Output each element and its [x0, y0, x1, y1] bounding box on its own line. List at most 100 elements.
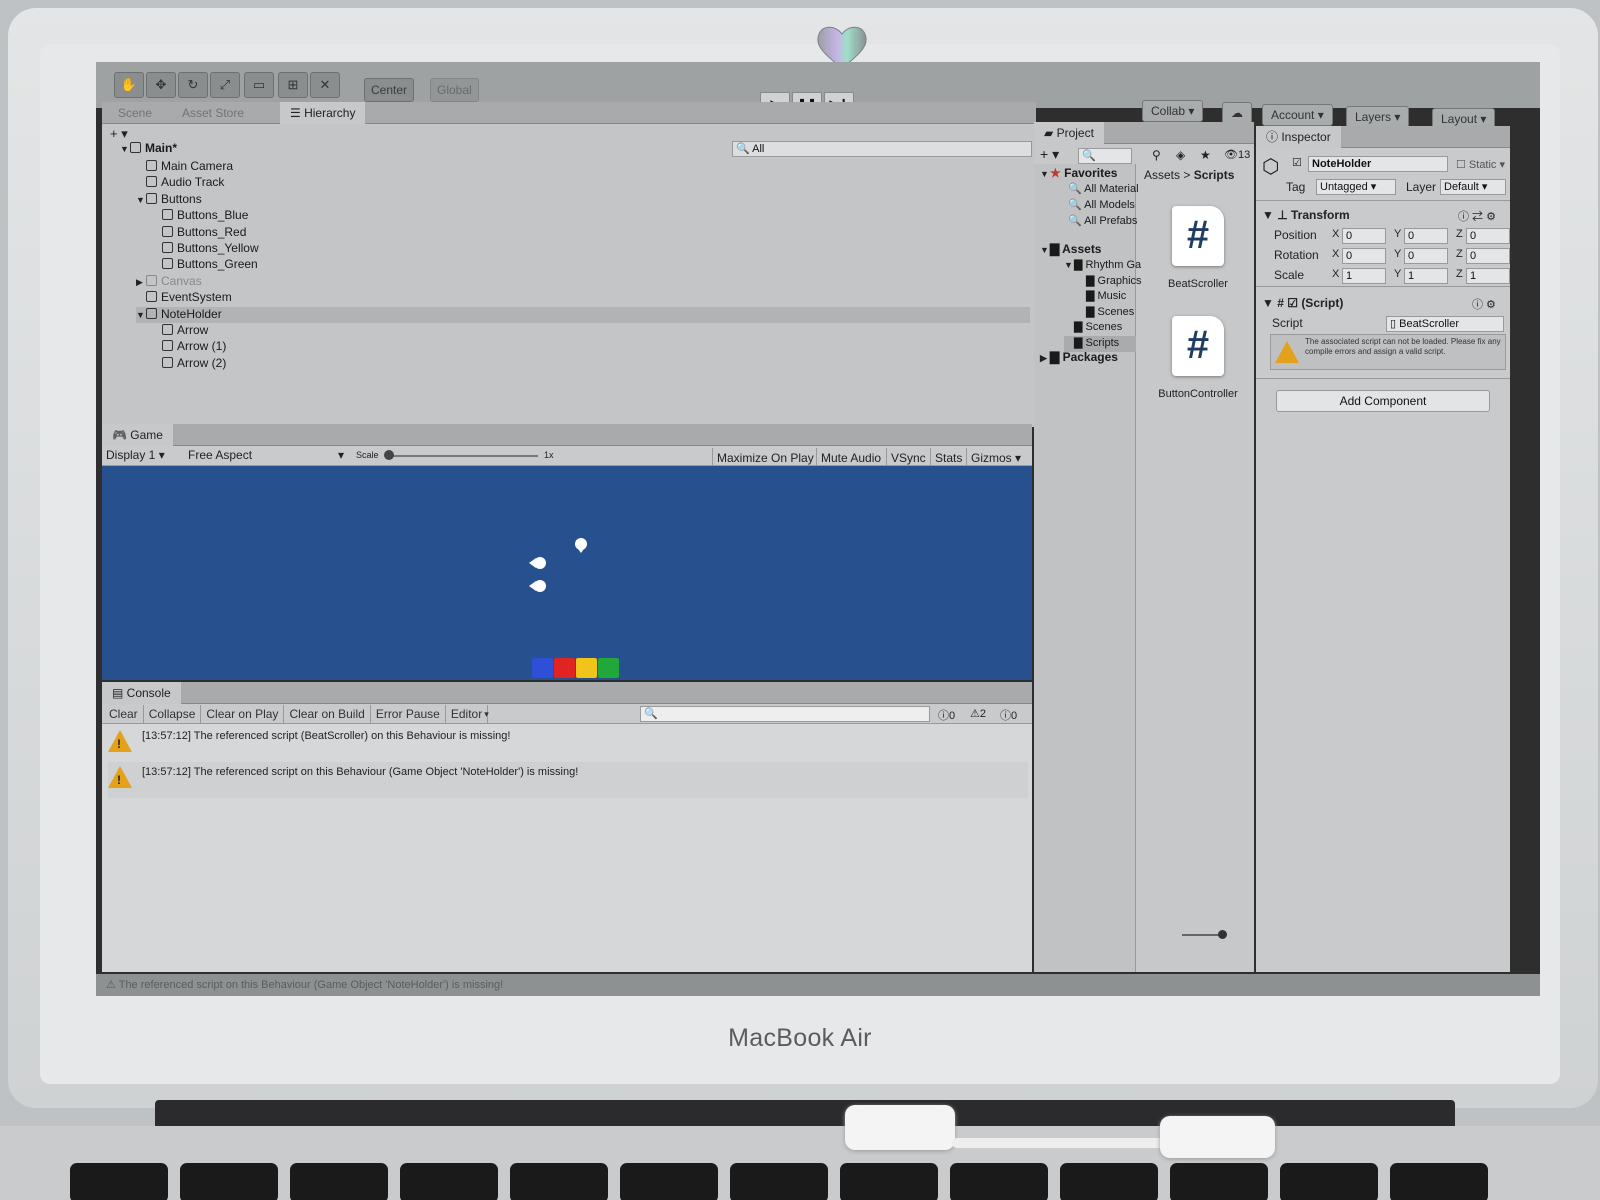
chevron-down-icon[interactable]: ▾	[484, 705, 489, 723]
tab-hierarchy[interactable]: ☰ Hierarchy	[280, 102, 366, 124]
stats-toggle[interactable]: Stats	[930, 448, 966, 468]
asset-file-name[interactable]: ButtonController	[1148, 388, 1248, 400]
hierarchy-item[interactable]: Arrow (2)	[152, 356, 226, 372]
component-menu-icons[interactable]: ⓘ ⇄ ⚙	[1458, 208, 1496, 224]
hierarchy-item[interactable]: Buttons_Green	[152, 257, 258, 273]
icon-size-slider[interactable]	[1182, 934, 1222, 936]
console-toolbar-button[interactable]: Clear on Build	[284, 705, 371, 723]
hierarchy-item[interactable]: Buttons_Yellow	[152, 241, 259, 257]
csharp-script-icon[interactable]: #	[1172, 316, 1224, 376]
tab-inspector[interactable]: ⓘ Inspector	[1256, 126, 1341, 148]
pivot-center-button[interactable]: Center	[364, 78, 415, 102]
csharp-script-icon[interactable]: #	[1172, 206, 1224, 266]
rotate-tool-icon[interactable]: ↻	[178, 72, 208, 98]
layer-dropdown[interactable]: Default ▾	[1440, 179, 1506, 195]
console-toolbar-button[interactable]: Error Pause	[371, 705, 446, 723]
scale-slider-handle[interactable]	[384, 450, 394, 460]
expand-arrow-icon[interactable]: ▼	[136, 310, 146, 320]
console-message[interactable]: ! [13:57:12] The referenced script (Beat…	[108, 726, 1028, 762]
transform-x-field[interactable]: 0	[1342, 228, 1386, 244]
expand-arrow-icon[interactable]: ▼	[1064, 260, 1074, 270]
transform-y-field[interactable]: 0	[1404, 228, 1448, 244]
asset-file-name[interactable]: BeatScroller	[1148, 278, 1248, 290]
add-component-button[interactable]: Add Component	[1276, 390, 1490, 412]
layers-dropdown[interactable]: Layers ▾	[1346, 106, 1410, 128]
error-count-toggle[interactable]: ⓘ0	[1000, 707, 1017, 723]
project-folder[interactable]: ▼▇ Rhythm Ga	[1064, 258, 1141, 274]
object-name-input[interactable]: NoteHolder	[1308, 156, 1448, 172]
script-object-field[interactable]: ▯ BeatScroller	[1386, 316, 1504, 332]
cloud-icon[interactable]: ☁	[1222, 102, 1252, 124]
transform-x-field[interactable]: 0	[1342, 248, 1386, 264]
assets-folder[interactable]: ▼▇ Assets	[1040, 242, 1101, 258]
display-dropdown[interactable]: Display 1 ▾	[106, 448, 165, 462]
transform-z-field[interactable]: 0	[1466, 228, 1510, 244]
transform-z-field[interactable]: 0	[1466, 248, 1510, 264]
project-folder[interactable]: ▇ Scenes	[1076, 305, 1134, 321]
vsync-toggle[interactable]: VSync	[886, 448, 930, 468]
filter-label-icon[interactable]: ◈	[1176, 148, 1185, 162]
favorite-search-item[interactable]: 🔍 All Prefabs	[1068, 214, 1137, 230]
expand-arrow-icon[interactable]: ▶	[136, 277, 146, 288]
project-search-input[interactable]: 🔍	[1078, 148, 1132, 164]
hidden-packages-toggle[interactable]: 👁13	[1224, 148, 1250, 161]
script-component-menu[interactable]: ⓘ ⚙	[1472, 296, 1496, 312]
account-dropdown[interactable]: Account ▾	[1262, 104, 1333, 126]
custom-tool-icon[interactable]: ✕	[310, 72, 340, 98]
tag-dropdown[interactable]: Untagged ▾	[1316, 179, 1396, 195]
info-count-toggle[interactable]: ⓘ0	[938, 707, 955, 723]
console-toolbar-button[interactable]: Clear on Play	[201, 705, 285, 723]
hierarchy-item[interactable]: ▼ Buttons	[136, 192, 202, 208]
project-folder[interactable]: ▇ Scenes	[1064, 320, 1122, 336]
status-message[interactable]: ⚠ The referenced script on this Behaviou…	[106, 978, 503, 991]
tab-game[interactable]: 🎮 Game	[102, 424, 173, 446]
hierarchy-item[interactable]: Buttons_Blue	[152, 208, 248, 224]
scale-tool-icon[interactable]: ⤢	[210, 72, 240, 98]
gizmos-dropdown[interactable]: Gizmos ▾	[966, 448, 1025, 468]
project-folder[interactable]: ▇ Music	[1076, 289, 1126, 305]
maximize-on-play-toggle[interactable]: Maximize On Play	[712, 448, 818, 468]
packages-folder[interactable]: ▶ ▇ Packages	[1040, 350, 1118, 366]
project-create-icon[interactable]: + ▾	[1040, 146, 1059, 163]
project-folder[interactable]: ▇ Scripts	[1064, 335, 1136, 352]
favorite-search-item[interactable]: 🔍 All Models	[1068, 198, 1135, 214]
active-checkbox[interactable]: ☑	[1292, 156, 1302, 169]
scale-slider[interactable]	[388, 455, 538, 457]
console-message[interactable]: ! [13:57:12] The referenced script on th…	[108, 762, 1028, 798]
expand-arrow-icon[interactable]: ▼	[136, 195, 146, 205]
hierarchy-item[interactable]: ▶ Canvas	[136, 274, 202, 290]
transform-tool-icon[interactable]: ⊞	[278, 72, 308, 98]
favorite-search-item[interactable]: 🔍 All Material	[1068, 182, 1139, 198]
hierarchy-item[interactable]: Buttons_Red	[152, 225, 246, 241]
console-toolbar-button[interactable]: Editor	[446, 705, 489, 723]
hierarchy-item[interactable]: Arrow (1)	[152, 339, 226, 355]
tab-project[interactable]: ▰ Project	[1034, 122, 1104, 144]
tab-asset-store[interactable]: Asset Store	[172, 102, 254, 124]
hierarchy-item[interactable]: Main Camera	[136, 159, 233, 175]
project-folder[interactable]: ▇ Graphics	[1076, 274, 1142, 290]
scene-root-row[interactable]: ▼ Main*	[120, 141, 177, 157]
transform-z-field[interactable]: 1	[1466, 268, 1510, 284]
hierarchy-search-input[interactable]: 🔍 All	[732, 141, 1032, 157]
console-toolbar-button[interactable]: Collapse	[144, 705, 202, 723]
favorites-folder[interactable]: ▼★ Favorites	[1040, 166, 1117, 182]
warning-count-toggle[interactable]: ⚠2	[970, 707, 986, 720]
static-checkbox[interactable]: ☐ Static ▾	[1456, 158, 1505, 171]
mute-audio-toggle[interactable]: Mute Audio	[816, 448, 885, 468]
tab-scene[interactable]: Scene	[108, 102, 162, 124]
transform-y-field[interactable]: 1	[1404, 268, 1448, 284]
transform-header[interactable]: ▼ ⊥ Transform	[1262, 208, 1350, 222]
rect-tool-icon[interactable]: ▭	[244, 72, 274, 98]
move-tool-icon[interactable]: ✥	[146, 72, 176, 98]
transform-x-field[interactable]: 1	[1342, 268, 1386, 284]
favorite-star-icon[interactable]: ★	[1200, 148, 1211, 162]
transform-y-field[interactable]: 0	[1404, 248, 1448, 264]
collab-dropdown[interactable]: Collab ▾	[1142, 100, 1204, 122]
hierarchy-item[interactable]: Audio Track	[136, 175, 224, 191]
hierarchy-item[interactable]: ▼ NoteHolder	[136, 306, 1030, 323]
create-plus-icon[interactable]: + ▾	[110, 126, 128, 142]
hierarchy-item[interactable]: Arrow	[152, 323, 208, 339]
console-search-input[interactable]: 🔍	[640, 706, 930, 722]
filter-type-icon[interactable]: ⚲	[1152, 148, 1161, 162]
icon-size-slider-handle[interactable]	[1218, 930, 1227, 939]
